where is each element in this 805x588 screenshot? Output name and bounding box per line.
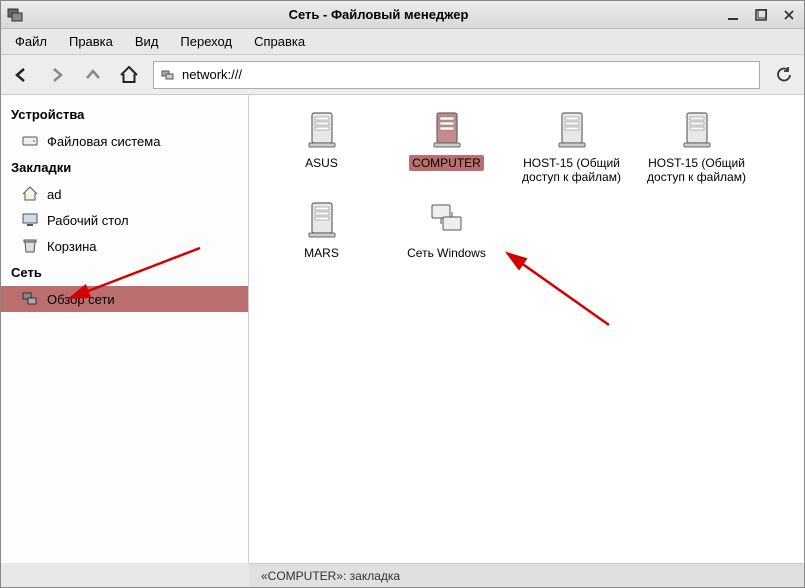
menu-item-3[interactable]: Переход	[170, 31, 242, 52]
grid-item-label: MARS	[301, 245, 342, 261]
desktop-icon	[21, 211, 39, 229]
titlebar: Сеть - Файловый менеджер	[1, 1, 804, 29]
close-button[interactable]	[780, 6, 798, 24]
sidebar-item-label: Рабочий стол	[47, 213, 129, 228]
menu-item-1[interactable]: Правка	[59, 31, 123, 52]
server-icon	[301, 109, 343, 151]
server-icon	[676, 109, 718, 151]
sidebar-item[interactable]: Рабочий стол	[1, 207, 248, 233]
drive-icon	[21, 132, 39, 150]
sidebar-item-label: Корзина	[47, 239, 97, 254]
trash-icon	[21, 237, 39, 255]
app-icon	[7, 6, 25, 24]
forward-button[interactable]	[45, 63, 69, 87]
status-text: «COMPUTER»: закладка	[261, 569, 400, 583]
back-button[interactable]	[9, 63, 33, 87]
sidebar-item-label: Обзор сети	[47, 292, 115, 307]
grid-item[interactable]: COMPUTER	[384, 105, 509, 195]
sidebar-item-label: Файловая система	[47, 134, 160, 149]
home-icon	[21, 185, 39, 203]
minimize-button[interactable]	[724, 6, 742, 24]
grid-item-label: HOST-15 (Общий доступ к файлам)	[638, 155, 755, 186]
sidebar-section-header: Устройства	[1, 101, 248, 128]
menubar: ФайлПравкаВидПереходСправка	[1, 29, 804, 55]
grid-item[interactable]: Сеть Windows	[384, 195, 509, 285]
sidebar-item[interactable]: Файловая система	[1, 128, 248, 154]
address-input[interactable]	[182, 67, 753, 82]
grid-item[interactable]: MARS	[259, 195, 384, 285]
home-button[interactable]	[117, 63, 141, 87]
server-icon	[551, 109, 593, 151]
grid-item-label: HOST-15 (Общий доступ к файлам)	[513, 155, 630, 186]
maximize-button[interactable]	[752, 6, 770, 24]
grid-item[interactable]: HOST-15 (Общий доступ к файлам)	[509, 105, 634, 195]
sidebar-item[interactable]: Обзор сети	[1, 286, 248, 312]
address-bar[interactable]	[153, 61, 760, 89]
network-group-icon	[426, 199, 468, 241]
grid-item[interactable]: ASUS	[259, 105, 384, 195]
content-area[interactable]: ASUS COMPUTER HOST-15 (Общий доступ к файл…	[249, 95, 804, 563]
sidebar-item-label: ad	[47, 187, 61, 202]
grid-item-label: Сеть Windows	[404, 245, 489, 261]
refresh-button[interactable]	[772, 63, 796, 87]
grid-item[interactable]: HOST-15 (Общий доступ к файлам)	[634, 105, 759, 195]
toolbar	[1, 55, 804, 95]
location-icon	[160, 67, 176, 83]
menu-item-4[interactable]: Справка	[244, 31, 315, 52]
menu-item-2[interactable]: Вид	[125, 31, 169, 52]
grid-item-label: ASUS	[302, 155, 341, 171]
network-icon	[21, 290, 39, 308]
sidebar-item[interactable]: ad	[1, 181, 248, 207]
grid-item-label: COMPUTER	[409, 155, 484, 171]
sidebar-section-header: Сеть	[1, 259, 248, 286]
sidebar: Устройства Файловая система Закладки ad Рабо…	[1, 95, 249, 563]
server-icon	[301, 199, 343, 241]
server-icon	[426, 109, 468, 151]
menu-item-0[interactable]: Файл	[5, 31, 57, 52]
up-button[interactable]	[81, 63, 105, 87]
sidebar-item[interactable]: Корзина	[1, 233, 248, 259]
window-title: Сеть - Файловый менеджер	[33, 7, 724, 22]
statusbar: «COMPUTER»: закладка	[249, 563, 804, 587]
sidebar-section-header: Закладки	[1, 154, 248, 181]
